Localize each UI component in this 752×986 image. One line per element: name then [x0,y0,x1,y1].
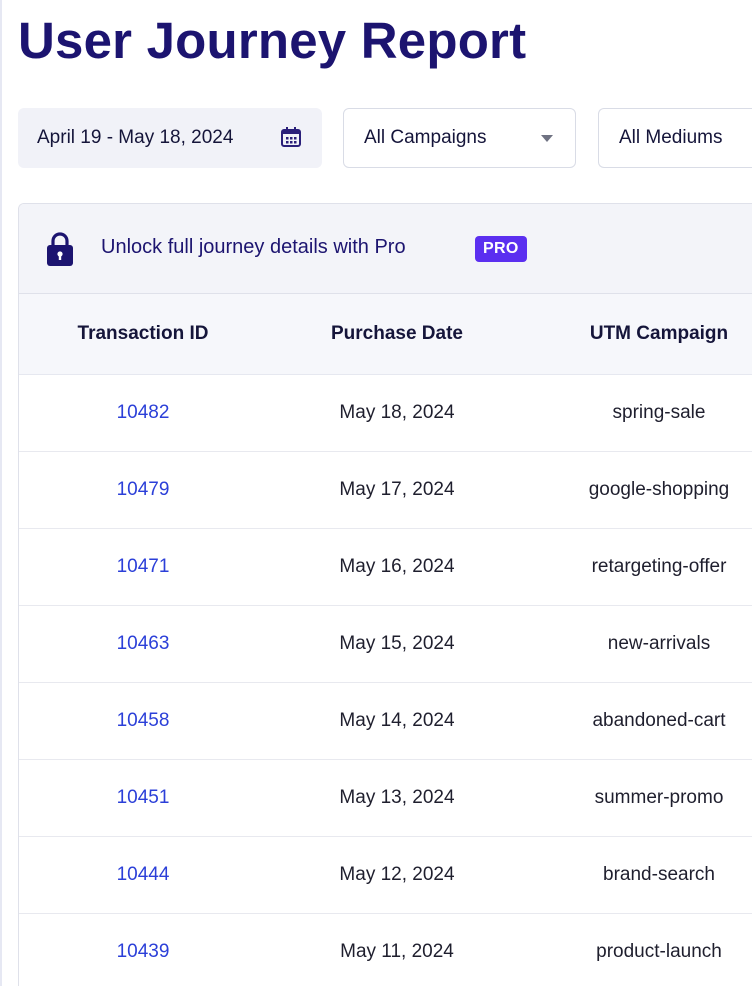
transaction-id-link[interactable]: 10471 [19,529,267,605]
calendar-icon [281,127,301,147]
page-left-border [0,0,2,986]
table-body: 10482 May 18, 2024 spring-sale 10479 May… [19,375,752,986]
purchase-date-cell: May 12, 2024 [339,864,455,885]
table-row: 10444 May 12, 2024 brand-search [19,837,752,914]
unlock-pro-link[interactable]: Unlock full journey details with Pro [101,236,406,259]
pro-upsell-banner: Unlock full journey details with Pro PRO [19,204,752,294]
utm-campaign-cell: product-launch [596,941,722,962]
transaction-id-link[interactable]: 10463 [19,606,267,682]
pro-badge: PRO [475,236,527,262]
date-range-label: April 19 - May 18, 2024 [37,127,234,148]
date-range-picker[interactable]: April 19 - May 18, 2024 [18,108,322,168]
column-header-utm-campaign[interactable]: UTM Campaign [549,294,752,374]
utm-campaign-cell: retargeting-offer [591,556,727,577]
utm-campaign-cell: abandoned-cart [592,710,726,731]
purchase-date-cell: May 14, 2024 [339,710,455,731]
transaction-id-link[interactable]: 10444 [19,837,267,913]
purchase-date-cell: May 11, 2024 [340,941,454,962]
purchase-date-cell: May 13, 2024 [339,787,455,808]
utm-campaign-cell: new-arrivals [607,633,711,654]
campaign-select-value: All Campaigns [364,127,487,148]
purchase-date-cell: May 15, 2024 [339,633,455,654]
column-header-purchase-date[interactable]: Purchase Date [269,294,525,374]
page-title: User Journey Report [18,12,527,69]
table-row: 10482 May 18, 2024 spring-sale [19,375,752,452]
journey-table-card: Unlock full journey details with Pro PRO… [18,203,752,986]
transaction-id-link[interactable]: 10482 [19,375,267,451]
utm-campaign-cell: summer-promo [594,787,724,808]
transaction-id-link[interactable]: 10479 [19,452,267,528]
lock-icon [47,232,73,266]
campaign-select[interactable]: All Campaigns [343,108,576,168]
medium-select[interactable]: All Mediums [598,108,752,168]
transaction-id-link[interactable]: 10439 [19,914,267,986]
table-row: 10439 May 11, 2024 product-launch [19,914,752,986]
purchase-date-cell: May 16, 2024 [339,556,455,577]
caret-down-icon [541,135,553,142]
utm-campaign-cell: google-shopping [588,479,730,500]
table-row: 10471 May 16, 2024 retargeting-offer [19,529,752,606]
purchase-date-cell: May 17, 2024 [339,479,455,500]
table-row: 10463 May 15, 2024 new-arrivals [19,606,752,683]
medium-select-value: All Mediums [619,127,723,148]
table-row: 10451 May 13, 2024 summer-promo [19,760,752,837]
table-row: 10458 May 14, 2024 abandoned-cart [19,683,752,760]
purchase-date-cell: May 18, 2024 [339,402,455,423]
table-row: 10479 May 17, 2024 google-shopping [19,452,752,529]
column-header-transaction-id[interactable]: Transaction ID [19,294,267,374]
transaction-id-link[interactable]: 10451 [19,760,267,836]
table-header: Transaction ID Purchase Date UTM Campaig… [19,294,752,375]
utm-campaign-cell: spring-sale [612,402,706,423]
utm-campaign-cell: brand-search [603,864,715,885]
transaction-id-link[interactable]: 10458 [19,683,267,759]
